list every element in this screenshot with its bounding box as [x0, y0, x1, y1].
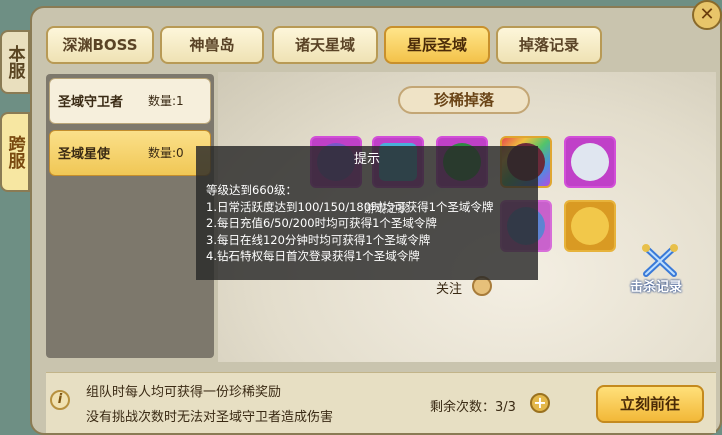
boss-quantity: 数量:0 — [148, 146, 184, 160]
tip-text: 没有挑战次数时无法对圣域守卫者造成伤害 — [86, 410, 334, 425]
side-tab-cross-server[interactable]: 跨服 — [0, 112, 30, 192]
boss-list: 圣域守卫者 数量:1 圣域星使 数量:0 — [46, 74, 214, 358]
reward-slot[interactable] — [564, 200, 616, 252]
reward-slot[interactable] — [564, 136, 616, 188]
tab-star-sanctum[interactable]: 星辰圣域 — [384, 26, 490, 64]
remaining-attempts: 剩余次数：3/3 — [430, 400, 516, 415]
popup-title: 提示 — [353, 152, 380, 167]
popup-line: 3.每日在线120分钟时均可获得1个圣域令牌 — [206, 232, 431, 247]
popup-line: 2.每日充值6/50/200时均可获得1个圣域令牌 — [206, 216, 437, 230]
list-item[interactable]: 圣域守卫者 数量:1 — [49, 78, 211, 124]
kill-record-label[interactable]: 击杀记录 — [630, 276, 682, 295]
popup-body: 等级达到660级： 1.日常活跃度达到100/150/180时均可获得1个圣域令… — [206, 182, 536, 265]
tab-abyss-boss[interactable]: 深渊BOSS — [46, 26, 154, 64]
tab-drop-records[interactable]: 掉落记录 — [496, 26, 602, 64]
follow-label: 关注 — [436, 282, 463, 297]
plus-icon[interactable]: + — [530, 393, 550, 413]
side-tab-local-server[interactable]: 本服 — [0, 30, 30, 94]
tip-text: 组队时每人均可获得一份珍稀奖励 — [86, 385, 282, 400]
boss-quantity: 数量:1 — [148, 94, 184, 108]
boss-name: 圣域守卫者 — [58, 95, 124, 110]
watermark: 游戏之家 — [364, 202, 408, 215]
close-icon[interactable]: ✕ — [692, 0, 722, 30]
money-bag-icon — [571, 207, 609, 245]
rare-drop-title: 珍稀掉落 — [398, 86, 530, 114]
crossed-swords-icon[interactable] — [640, 244, 680, 280]
boss-name: 圣域星使 — [58, 147, 111, 162]
go-now-button[interactable]: 立刻前往 — [596, 385, 704, 423]
crystal-ball-icon — [571, 143, 609, 181]
popup-line: 4.钻石特权每日首次登录获得1个圣域令牌 — [206, 249, 420, 263]
tab-heavens-star-domain[interactable]: 诸天星域 — [272, 26, 378, 64]
list-item[interactable]: 圣域星使 数量:0 — [49, 130, 211, 176]
info-icon[interactable]: i — [50, 390, 70, 410]
popup-line: 等级达到660级： — [206, 183, 297, 197]
tab-beast-island[interactable]: 神兽岛 — [160, 26, 264, 64]
